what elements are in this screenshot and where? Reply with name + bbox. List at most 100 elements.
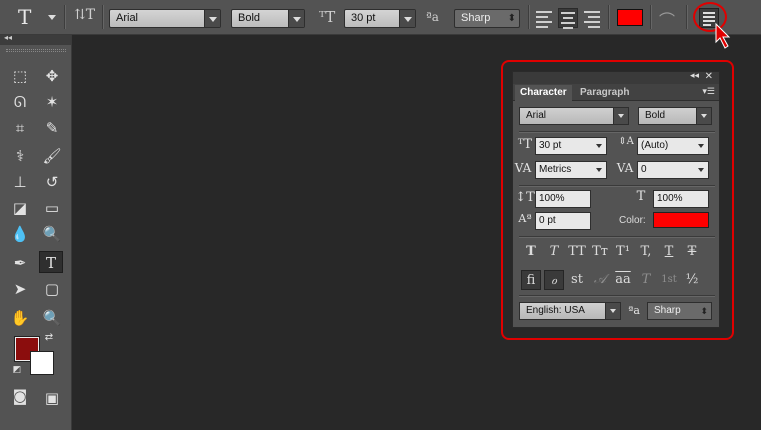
highlight-arrow-icon: [715, 22, 731, 49]
strikethrough-button[interactable]: Ŧ: [682, 242, 702, 262]
path-selection-tool-icon[interactable]: ➤: [8, 278, 32, 300]
discretionary-ligatures-button[interactable]: ℴ: [544, 270, 564, 290]
fractions-button[interactable]: ½: [682, 270, 702, 290]
faux-bold-button[interactable]: T: [521, 242, 541, 262]
baseline-shift-icon: Aª: [518, 212, 532, 225]
language-value: English: USA: [526, 305, 585, 316]
anti-alias-value: Sharp: [461, 12, 491, 24]
horizontal-scale-icon: T: [636, 189, 646, 204]
faux-italic-button[interactable]: T: [544, 242, 564, 262]
zoom-tool-icon[interactable]: 🔍: [40, 307, 64, 329]
close-icon[interactable]: ✕: [705, 71, 713, 82]
stylistic-alternates-button[interactable]: aa: [613, 270, 633, 290]
color-label: Color:: [619, 215, 646, 226]
eraser-tool-icon[interactable]: ◪: [8, 197, 32, 219]
swap-colors-icon[interactable]: ⇄: [42, 331, 56, 345]
superscript-button[interactable]: T¹: [613, 242, 633, 262]
oldstyle-button[interactable]: st: [567, 270, 587, 290]
divider: [519, 236, 715, 237]
tracking-field[interactable]: 0: [637, 161, 709, 179]
default-colors-icon[interactable]: ◩: [10, 363, 24, 377]
font-size-icon: ᵀT: [517, 137, 533, 152]
panel-menu-icon[interactable]: ▾☰: [702, 86, 715, 97]
panel-body: Arial Bold ᵀT 30 pt ⇕A (Auto) VA Metrics…: [513, 101, 719, 327]
lasso-tool-icon[interactable]: ᘏ: [8, 91, 32, 113]
language-select[interactable]: English: USA: [519, 302, 621, 320]
chevron-down-icon: [204, 10, 220, 27]
small-caps-button[interactable]: Tт: [590, 242, 610, 262]
font-family-value: Arial: [116, 12, 139, 24]
font-family-select[interactable]: Arial: [109, 9, 221, 28]
subscript-button[interactable]: T,: [636, 242, 656, 262]
tab-character[interactable]: Character: [515, 85, 572, 101]
screen-mode-icon[interactable]: ▣: [40, 387, 64, 409]
healing-brush-tool-icon[interactable]: ⚕: [8, 145, 32, 167]
tab-paragraph[interactable]: Paragraph: [575, 85, 634, 101]
rectangle-tool-icon[interactable]: ▢: [40, 278, 64, 300]
toolbox: ◂◂ ⬚ ✥ ᘏ ✶ ⌗ ✎ ⚕ 🖌 ⊥ ↺ ◪ ▭ 💧 🔍 ✒ T ➤ ▢ ✋…: [0, 33, 72, 430]
marquee-tool-icon[interactable]: ⬚: [8, 65, 32, 87]
leading-field[interactable]: (Auto): [637, 137, 709, 155]
titling-alternates-button[interactable]: T: [636, 270, 656, 290]
align-center-button[interactable]: [558, 8, 578, 29]
toolbox-grip[interactable]: [6, 49, 66, 52]
panel-titlebar[interactable]: ◂◂ ✕: [513, 70, 719, 84]
anti-alias-select[interactable]: Sharp: [454, 9, 520, 28]
font-size-field[interactable]: 30 pt: [535, 137, 607, 155]
tracking-icon: VA: [616, 161, 634, 175]
clone-stamp-tool-icon[interactable]: ⊥: [8, 171, 32, 193]
font-style-select[interactable]: Bold: [638, 107, 712, 125]
move-tool-icon[interactable]: ✥: [40, 65, 64, 87]
anti-alias-icon: ªa: [628, 304, 640, 317]
background-color-swatch[interactable]: [30, 351, 54, 375]
vertical-scale-field[interactable]: 100%: [535, 190, 591, 208]
chevron-down-icon: [288, 10, 304, 27]
magic-wand-tool-icon[interactable]: ✶: [40, 91, 64, 113]
hand-tool-icon[interactable]: ✋: [8, 307, 32, 329]
anti-alias-value: Sharp: [654, 305, 681, 316]
font-size-select[interactable]: 30 pt: [344, 9, 416, 28]
font-family-select[interactable]: Arial: [519, 107, 629, 125]
brush-tool-icon[interactable]: 🖌: [40, 145, 64, 167]
options-bar: T ⇅T Arial Bold ᵀT 30 pt ªa Sharp ⌒: [0, 0, 761, 49]
anti-alias-select[interactable]: Sharp ⬍: [647, 302, 712, 320]
collapse-icon[interactable]: ◂◂: [4, 33, 12, 42]
horizontal-scale-field[interactable]: 100%: [653, 190, 709, 208]
dodge-tool-icon[interactable]: 🔍: [40, 223, 64, 245]
text-color-swatch[interactable]: [617, 9, 643, 26]
font-style-select[interactable]: Bold: [231, 9, 305, 28]
swash-button[interactable]: 𝒜: [590, 270, 610, 290]
blur-tool-icon[interactable]: 💧: [8, 223, 32, 245]
ordinals-button[interactable]: 1st: [659, 270, 679, 290]
font-style-value: Bold: [645, 110, 666, 121]
collapse-panel-icon[interactable]: ◂◂: [690, 70, 699, 81]
kerning-icon: VA: [514, 161, 532, 175]
text-color-swatch[interactable]: [653, 212, 709, 228]
font-size-value: 30 pt: [351, 12, 376, 24]
eyedropper-tool-icon[interactable]: ✎: [40, 117, 64, 139]
chevron-down-icon: [48, 15, 56, 20]
align-left-button[interactable]: [534, 8, 554, 28]
warp-text-icon[interactable]: ⌒: [659, 7, 675, 31]
panel-tabs: Character Paragraph ▾☰: [513, 84, 719, 101]
anti-alias-icon: ªa: [426, 10, 439, 24]
kerning-field[interactable]: Metrics: [535, 161, 607, 179]
tool-preset-picker[interactable]: T: [8, 6, 60, 28]
font-style-value: Bold: [238, 12, 261, 24]
crop-tool-icon[interactable]: ⌗: [8, 117, 32, 139]
quick-mask-icon[interactable]: ◙: [8, 385, 32, 407]
gradient-tool-icon[interactable]: ▭: [40, 197, 64, 219]
type-tool-icon[interactable]: T: [39, 251, 63, 273]
baseline-shift-field[interactable]: 0 pt: [535, 212, 591, 230]
history-brush-tool-icon[interactable]: ↺: [40, 171, 64, 193]
underline-button[interactable]: T: [659, 242, 679, 262]
character-panel: ◂◂ ✕ Character Paragraph ▾☰ Arial Bold ᵀ…: [512, 70, 720, 328]
toggle-text-orientation-icon[interactable]: ⇅T: [74, 7, 95, 27]
chevron-down-icon: [605, 303, 620, 319]
align-right-button[interactable]: [582, 8, 602, 28]
ligatures-button[interactable]: ﬁ: [521, 270, 541, 290]
divider: [528, 5, 529, 29]
all-caps-button[interactable]: TT: [567, 242, 587, 262]
pen-tool-icon[interactable]: ✒: [8, 252, 32, 274]
chevron-down-icon: [399, 10, 415, 27]
